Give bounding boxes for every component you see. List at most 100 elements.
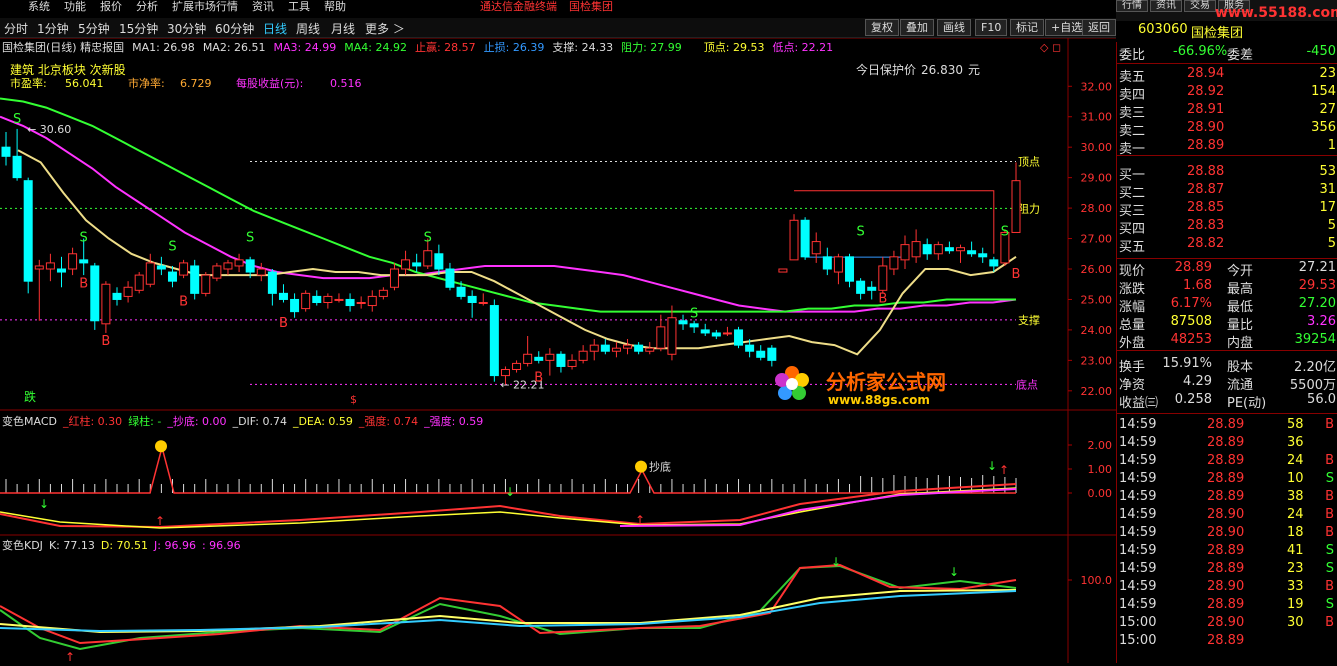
- ask-label: 卖四: [1119, 88, 1146, 103]
- bid-volume: 31: [1319, 182, 1336, 197]
- bid-row: 买五 28.82 5: [1117, 236, 1337, 255]
- kline-chart-svg[interactable]: 国检集团(日线) 精忠报国 MA1: 26.98 MA2: 26.51 MA3: 24…: [0, 37, 1116, 666]
- candle-body: [423, 250, 433, 267]
- candle-body: [589, 344, 599, 352]
- menu-analysis[interactable]: 分析: [136, 0, 158, 14]
- tick-side: S: [1325, 561, 1334, 576]
- top-label: 顶点: [1018, 155, 1040, 168]
- period-30min[interactable]: 30分钟: [167, 20, 206, 37]
- kdj-green-line: [0, 564, 1017, 651]
- site-url: www.55188.com: [1215, 5, 1337, 21]
- tick-volume: 30: [1287, 615, 1304, 630]
- ask-price: 28.94: [1187, 66, 1225, 81]
- candle-body: [234, 259, 244, 267]
- menu-extended[interactable]: 扩展市场行情: [172, 0, 238, 14]
- period-tick[interactable]: 分时: [4, 20, 28, 37]
- candle-body: [922, 244, 932, 255]
- menu-tools[interactable]: 工具: [288, 0, 310, 14]
- macd-tick-label: 1.00: [1088, 463, 1113, 476]
- macd-arrow-down-icon: ↓: [987, 459, 997, 473]
- stat-label: 收益㈢: [1119, 396, 1159, 411]
- candle-body: [90, 265, 100, 322]
- tick-price: 28.90: [1207, 507, 1245, 522]
- top-btn-trade[interactable]: 交易: [1184, 0, 1216, 12]
- signal-buy: B: [878, 292, 887, 307]
- stat-row: 净资 4.29 流通 5500万: [1117, 374, 1337, 393]
- candle-body: [867, 286, 877, 291]
- ask-row: 卖二 28.90 356: [1117, 120, 1337, 139]
- period-weekly[interactable]: 周线: [296, 20, 320, 37]
- resist-label: 阻力: [1018, 202, 1040, 215]
- stat-label: 换手: [1119, 360, 1146, 375]
- candle-body: [278, 292, 288, 300]
- tick-row: 15:00 28.90 30 B: [1117, 615, 1337, 633]
- tick-row: 15:00 28.89: [1117, 633, 1337, 651]
- restore-rights-button[interactable]: 复权: [865, 19, 899, 36]
- signal-sell: S: [168, 240, 176, 255]
- watermark-title: 分析家公式网: [826, 370, 946, 394]
- candle-body: [767, 347, 777, 361]
- stat-label: 流通: [1227, 378, 1254, 393]
- signal-sell: S: [856, 225, 864, 240]
- stat-value: 27.20: [1298, 296, 1336, 311]
- pe-value: 56.041: [65, 77, 104, 90]
- mark-button[interactable]: 标记: [1010, 19, 1044, 36]
- tick-volume: 10: [1287, 471, 1304, 486]
- menu-function[interactable]: 功能: [64, 0, 86, 14]
- kdj-legend-item: K: 77.13: [49, 539, 95, 552]
- menu-help[interactable]: 帮助: [324, 0, 346, 14]
- period-monthly[interactable]: 月线: [331, 20, 355, 37]
- candle-body: [301, 292, 311, 310]
- tick-price: 28.89: [1207, 561, 1245, 576]
- kdj-legend-item: J: 96.96: [153, 539, 196, 552]
- bid-label: 买三: [1119, 204, 1146, 219]
- top-btn-news[interactable]: 资讯: [1150, 0, 1182, 12]
- menu-quote[interactable]: 报价: [100, 0, 122, 14]
- stat-value: 27.21: [1298, 260, 1336, 275]
- signal-sell: S: [1001, 225, 1009, 240]
- tick-row: 14:59 28.89 23 S: [1117, 561, 1337, 579]
- main-legend-item: 国检集团(日线) 精忠报国: [2, 40, 124, 54]
- stat-row: 涨幅 6.17% 最低 27.20: [1117, 296, 1337, 315]
- tick-price: 28.89: [1207, 489, 1245, 504]
- period-more[interactable]: 更多 ＞: [365, 20, 405, 37]
- candle-body: [889, 256, 899, 270]
- window-stock-title: 国检集团: [569, 0, 613, 13]
- stat-value: 6.17%: [1170, 296, 1212, 311]
- menu-news[interactable]: 资讯: [252, 0, 274, 14]
- chart-area[interactable]: 国检集团(日线) 精忠报国 MA1: 26.98 MA2: 26.51 MA3: 24…: [0, 37, 1116, 666]
- draw-line-button[interactable]: 画线: [937, 19, 971, 36]
- period-15min[interactable]: 15分钟: [119, 20, 158, 37]
- candle-body: [401, 259, 411, 270]
- period-daily[interactable]: 日线: [263, 20, 287, 37]
- top-btn-quote[interactable]: 行情: [1116, 0, 1148, 12]
- back-button[interactable]: 返回: [1082, 19, 1116, 36]
- period-60min[interactable]: 60分钟: [215, 20, 254, 37]
- tick-side: B: [1325, 615, 1334, 630]
- signal-buy: B: [534, 371, 543, 386]
- overlay-button[interactable]: 叠加: [900, 19, 934, 36]
- macd-legend-item: 绿柱: -: [128, 414, 161, 428]
- candle-body: [367, 295, 377, 307]
- period-5min[interactable]: 5分钟: [78, 20, 110, 37]
- main-legend-item: 止赢: 28.57: [415, 40, 476, 54]
- stat-row: 涨跌 1.68 最高 29.53: [1117, 278, 1337, 297]
- f10-button[interactable]: F10: [975, 19, 1008, 36]
- candle-body: [978, 253, 988, 258]
- menu-system[interactable]: 系统: [28, 0, 50, 14]
- tick-volume: 58: [1287, 417, 1304, 432]
- tick-price: 28.89: [1207, 435, 1245, 450]
- stat-value: 15.91%: [1162, 356, 1212, 371]
- bid-price: 28.88: [1187, 164, 1225, 179]
- tick-time: 14:59: [1119, 435, 1157, 450]
- ask-volume: 27: [1319, 102, 1336, 117]
- y-tick-label: 27.00: [1081, 233, 1113, 246]
- period-1min[interactable]: 1分钟: [37, 20, 69, 37]
- y-tick-label: 22.00: [1081, 385, 1113, 398]
- stat-value: 2.20亿: [1294, 360, 1336, 375]
- tick-time: 14:59: [1119, 561, 1157, 576]
- tick-price: 28.89: [1207, 543, 1245, 558]
- signal-sell: S: [246, 231, 254, 246]
- candle-body: [68, 253, 78, 270]
- candle-body: [412, 262, 422, 267]
